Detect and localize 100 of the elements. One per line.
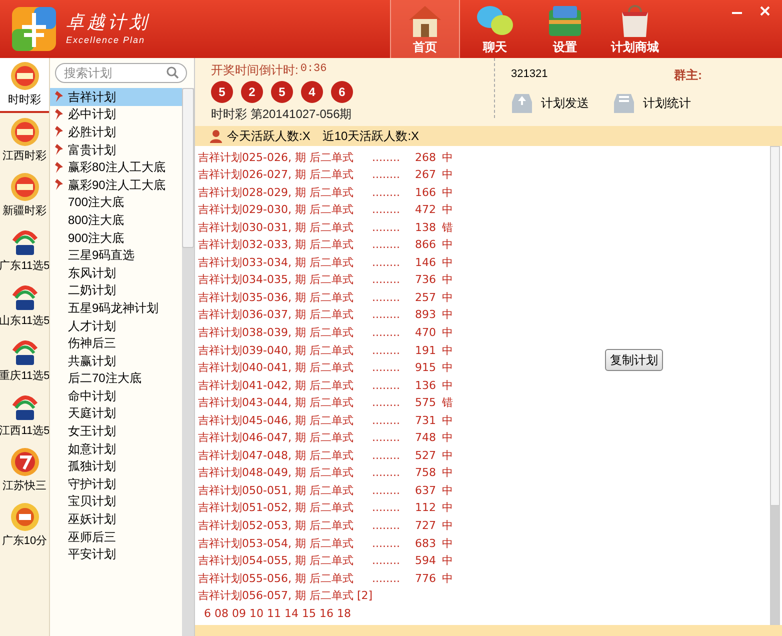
log-plan-text: 吉祥计划036-037, 期 后二单式	[198, 307, 354, 324]
group-id: 321321	[511, 67, 548, 82]
app-name: 卓越计划	[66, 12, 150, 35]
log-plan-text: 吉祥计划054-055, 期 后二单式	[198, 553, 354, 570]
dot-leader: ........	[372, 220, 401, 236]
dot-leader: ........	[372, 290, 401, 306]
log-number: 727	[414, 518, 436, 534]
plan-item[interactable]: 守护计划	[50, 475, 182, 493]
log-plan-text: 吉祥计划047-048, 期 后二单式	[198, 448, 354, 464]
plan-item[interactable]: 如意计划	[50, 440, 182, 458]
dot-leader: ........	[372, 307, 401, 324]
log-result: 中	[442, 518, 453, 534]
lottery-tab[interactable]: 新疆时彩	[0, 168, 49, 223]
dot-leader: ........	[372, 184, 401, 201]
log-plan-text: 吉祥计划040-041, 期 后二单式	[198, 360, 354, 376]
pin-icon	[54, 179, 64, 190]
log-number: 268	[414, 150, 436, 166]
plan-item[interactable]: 五星9码龙神计划	[50, 299, 182, 317]
dot-leader: ........	[372, 412, 401, 429]
log-result: 中	[442, 500, 453, 516]
inbox-document-icon	[613, 92, 635, 114]
search-field[interactable]: 搜索计划	[55, 63, 187, 83]
plan-item[interactable]: 必中计划	[50, 106, 182, 124]
nav-tab[interactable]: 计划商城	[600, 0, 670, 58]
log-result: 中	[442, 290, 453, 306]
plan-item[interactable]: 赢彩90注人工大底	[50, 176, 182, 194]
pin-icon	[54, 108, 64, 120]
dot-leader: ........	[372, 570, 401, 587]
action-button[interactable]: 计划统计	[613, 92, 691, 114]
log-number: 472	[414, 202, 436, 218]
log-plan-text: 吉祥计划026-027, 期 后二单式	[198, 167, 354, 184]
plan-item[interactable]: 巫妖计划	[50, 510, 182, 528]
lottery-logo-icon	[10, 502, 40, 532]
plan-item[interactable]: 富贵计划	[50, 140, 182, 158]
plan-item[interactable]: 孤独计划	[50, 457, 182, 476]
plan-item[interactable]: 900注大底	[50, 228, 182, 246]
log-result: 中	[442, 378, 453, 394]
dot-leader: ........	[372, 553, 401, 570]
scrollbar[interactable]	[182, 88, 194, 636]
issue-number: 时时彩 第20141027-056期	[211, 106, 353, 123]
dot-leader: ........	[372, 167, 401, 184]
plan-item[interactable]: 人才计划	[50, 316, 182, 334]
copy-plan-button[interactable]: 复制计划	[605, 349, 663, 371]
plan-item[interactable]: 平安计划	[50, 545, 182, 564]
plan-item[interactable]: 宝贝计划	[50, 492, 182, 510]
plan-item[interactable]: 东风计划	[50, 264, 182, 282]
nav-tab[interactable]: 首页	[390, 0, 460, 58]
log-number: 866	[414, 237, 436, 254]
dot-leader: ........	[372, 360, 401, 376]
lottery-logo-icon	[10, 116, 40, 147]
scrollbar[interactable]	[770, 146, 780, 625]
plan-item[interactable]: 伤神后三	[50, 334, 182, 352]
close-icon[interactable]	[760, 6, 770, 16]
plan-item[interactable]: 共赢计划	[50, 352, 182, 370]
log-result: 中	[442, 536, 453, 552]
lottery-tab[interactable]: 山东11选5	[0, 278, 49, 333]
plan-item[interactable]: 800注大底	[50, 211, 182, 229]
log-plan-text: 吉祥计划032-033, 期 后二单式	[198, 237, 354, 254]
dot-leader: ........	[372, 465, 401, 482]
plan-item[interactable]: 吉祥计划	[50, 88, 182, 106]
log-number: 166	[414, 184, 436, 201]
lottery-logo-icon	[10, 172, 40, 202]
log-result: 中	[442, 272, 453, 288]
log-result: 中	[442, 184, 453, 201]
plan-item[interactable]: 后二70注大底	[50, 370, 182, 388]
plan-item[interactable]: 700注大底	[50, 194, 182, 212]
log-plan-text: 吉祥计划046-047, 期 后二单式	[198, 430, 354, 446]
log-plan-text: 吉祥计划029-030, 期 后二单式	[198, 202, 354, 218]
plan-item[interactable]: 二奶计划	[50, 282, 182, 300]
plan-item[interactable]: 必胜计划	[50, 123, 182, 141]
lottery-tab[interactable]: 江苏快三	[0, 443, 49, 498]
plan-item[interactable]: 命中计划	[50, 387, 182, 405]
search-icon[interactable]	[166, 66, 179, 79]
person-icon	[209, 129, 223, 143]
plan-item[interactable]: 赢彩80注人工大底	[50, 158, 182, 176]
log-plan-text: 吉祥计划048-049, 期 后二单式	[198, 465, 354, 482]
log-plan-text: 吉祥计划030-031, 期 后二单式	[198, 220, 354, 236]
plan-item[interactable]: 三星9码直选	[50, 246, 182, 264]
dot-leader: ........	[372, 448, 401, 464]
log-plan-text: 吉祥计划041-042, 期 后二单式	[198, 378, 354, 394]
log-plan-text: 吉祥计划050-051, 期 后二单式	[198, 482, 354, 499]
log-plan-text: 吉祥计划045-046, 期 后二单式	[198, 412, 354, 429]
dot-leader: ........	[372, 395, 401, 412]
dot-leader: ........	[372, 500, 401, 516]
log-result: 中	[442, 412, 453, 429]
plan-item[interactable]: 女王计划	[50, 422, 182, 440]
lottery-logo-icon	[10, 446, 40, 477]
plan-item[interactable]: 天庭计划	[50, 404, 182, 422]
log-result: 错	[442, 395, 453, 412]
toolbox-icon	[547, 4, 583, 38]
nav-tab[interactable]: 设置	[530, 0, 600, 58]
action-button[interactable]: 计划发送	[511, 92, 589, 114]
lottery-tab[interactable]: 时时彩	[0, 58, 49, 113]
log-result: 中	[442, 570, 453, 587]
nav-tab[interactable]: 聊天	[460, 0, 530, 58]
log-number: 736	[414, 272, 436, 288]
lottery-tab[interactable]: 江西时彩	[0, 113, 49, 168]
log-plan-text: 吉祥计划053-054, 期 后二单式	[198, 536, 354, 552]
lottery-tab[interactable]: 广东10分	[0, 498, 49, 553]
plan-item[interactable]: 巫师后三	[50, 528, 182, 546]
